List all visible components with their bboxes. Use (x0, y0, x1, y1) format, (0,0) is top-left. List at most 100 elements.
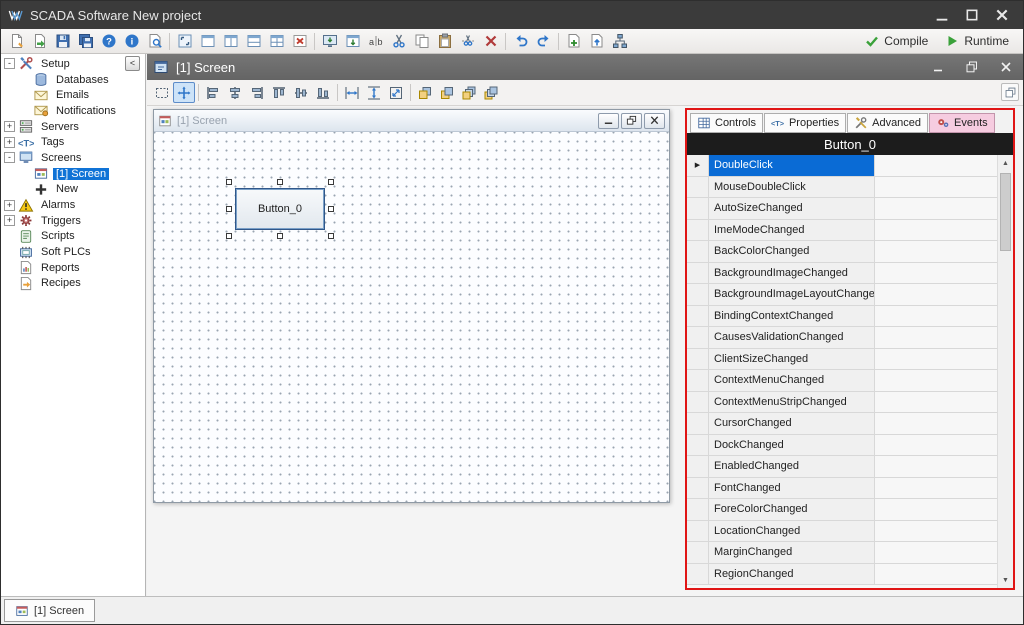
selection-handle[interactable] (226, 179, 232, 185)
scroll-up-icon[interactable]: ▲ (998, 155, 1013, 171)
tree-item-new[interactable]: New (1, 182, 145, 198)
event-value-cell[interactable] (875, 177, 997, 198)
tab-advanced[interactable]: Advanced (847, 113, 928, 133)
app-maximize-button[interactable] (957, 2, 987, 28)
expander-minus-icon[interactable]: - (4, 58, 15, 69)
same-width-button[interactable] (341, 82, 363, 103)
bring-forward-button[interactable] (458, 82, 480, 103)
event-row-backcolorchanged[interactable]: BackColorChanged (687, 241, 997, 263)
event-value-cell[interactable] (875, 306, 997, 327)
align-middle-button[interactable] (290, 82, 312, 103)
event-row-enabledchanged[interactable]: EnabledChanged (687, 456, 997, 478)
tree-item-1-screen[interactable]: [1] Screen (1, 166, 145, 182)
cut-row-button[interactable] (456, 30, 479, 52)
event-value-cell[interactable] (875, 263, 997, 284)
expander-minus-icon[interactable]: - (4, 152, 15, 163)
tree-item-screens[interactable]: -Screens (1, 150, 145, 166)
event-value-cell[interactable] (875, 478, 997, 499)
compile-button[interactable]: Compile (864, 33, 928, 49)
form-canvas[interactable]: Button_0 (154, 132, 669, 502)
form-maximize-button[interactable] (621, 113, 642, 129)
mdi-close-button[interactable] (991, 57, 1015, 77)
event-row-clientsizechanged[interactable]: ClientSizeChanged (687, 349, 997, 371)
page-add-button[interactable] (562, 30, 585, 52)
mdi-restore-button[interactable] (957, 57, 981, 77)
tab-properties[interactable]: <T>Properties (764, 113, 846, 133)
close-window-button[interactable] (288, 30, 311, 52)
layout-columns-button[interactable] (219, 30, 242, 52)
bring-front-button[interactable] (414, 82, 436, 103)
mdi-minimize-button[interactable] (923, 57, 947, 77)
send-backward-button[interactable] (480, 82, 502, 103)
undo-button[interactable] (509, 30, 532, 52)
tree-item-tags[interactable]: +<T>Tags (1, 134, 145, 150)
tree-item-emails[interactable]: Emails (1, 87, 145, 103)
rename-button[interactable]: ab (364, 30, 387, 52)
event-row-mousedoubleclick[interactable]: MouseDoubleClick (687, 177, 997, 199)
align-top-button[interactable] (268, 82, 290, 103)
event-row-fontchanged[interactable]: FontChanged (687, 478, 997, 500)
event-value-cell[interactable] (875, 564, 997, 585)
event-value-cell[interactable] (875, 413, 997, 434)
event-value-cell[interactable] (875, 456, 997, 477)
event-value-cell[interactable] (875, 327, 997, 348)
event-row-contextmenustripchanged[interactable]: ContextMenuStripChanged (687, 392, 997, 414)
align-bottom-button[interactable] (312, 82, 334, 103)
event-value-cell[interactable] (875, 198, 997, 219)
status-tab-screen[interactable]: [1] Screen (4, 599, 95, 622)
find-button[interactable] (143, 30, 166, 52)
tree-item-notifications[interactable]: Notifications (1, 103, 145, 119)
fullscreen-button[interactable] (173, 30, 196, 52)
button-control[interactable]: Button_0 (235, 188, 325, 230)
event-value-cell[interactable] (875, 435, 997, 456)
import-window-button[interactable] (341, 30, 364, 52)
expander-plus-icon[interactable]: + (4, 137, 15, 148)
expander-plus-icon[interactable]: + (4, 200, 15, 211)
tab-events[interactable]: Events (929, 113, 995, 133)
event-row-dockchanged[interactable]: DockChanged (687, 435, 997, 457)
event-value-cell[interactable] (875, 155, 997, 176)
layout-grid-button[interactable] (265, 30, 288, 52)
event-value-cell[interactable] (875, 392, 997, 413)
selection-handle[interactable] (328, 179, 334, 185)
layout-single-button[interactable] (196, 30, 219, 52)
open-button[interactable] (28, 30, 51, 52)
event-row-causesvalidationchanged[interactable]: CausesValidationChanged (687, 327, 997, 349)
event-row-cursorchanged[interactable]: CursorChanged (687, 413, 997, 435)
event-row-contextmenuchanged[interactable]: ContextMenuChanged (687, 370, 997, 392)
tree-item-soft-plcs[interactable]: Soft PLCs (1, 244, 145, 260)
tree-item-recipes[interactable]: Recipes (1, 276, 145, 292)
events-scrollbar[interactable]: ▲ ▼ (997, 155, 1013, 588)
designed-form[interactable]: [1] Screen Button_0 (153, 109, 670, 503)
tree-item-alarms[interactable]: +Alarms (1, 197, 145, 213)
event-row-doubleclick[interactable]: ▶DoubleClick (687, 155, 997, 177)
tree-item-databases[interactable]: Databases (1, 72, 145, 88)
event-row-imemodechanged[interactable]: ImeModeChanged (687, 220, 997, 242)
selection-handle[interactable] (328, 233, 334, 239)
event-row-locationchanged[interactable]: LocationChanged (687, 521, 997, 543)
selection-handle[interactable] (277, 179, 283, 185)
event-row-backgroundimagelayoutchanged[interactable]: BackgroundImageLayoutChanged (687, 284, 997, 306)
align-left-button[interactable] (202, 82, 224, 103)
move-tool-button[interactable] (173, 82, 195, 103)
event-row-forecolorchanged[interactable]: ForeColorChanged (687, 499, 997, 521)
event-row-bindingcontextchanged[interactable]: BindingContextChanged (687, 306, 997, 328)
form-minimize-button[interactable] (598, 113, 619, 129)
save-all-button[interactable] (74, 30, 97, 52)
capture-button[interactable] (318, 30, 341, 52)
same-size-button[interactable] (385, 82, 407, 103)
selection-handle[interactable] (328, 206, 334, 212)
tree-item-reports[interactable]: Reports (1, 260, 145, 276)
runtime-button[interactable]: Runtime (944, 33, 1009, 49)
scrollbar-thumb[interactable] (1000, 173, 1011, 251)
event-value-cell[interactable] (875, 521, 997, 542)
cut-button[interactable] (387, 30, 410, 52)
sitemap-button[interactable] (608, 30, 631, 52)
event-value-cell[interactable] (875, 542, 997, 563)
page-up-button[interactable] (585, 30, 608, 52)
tree-item-scripts[interactable]: Scripts (1, 229, 145, 245)
selection-handle[interactable] (277, 233, 283, 239)
selection-handle[interactable] (226, 233, 232, 239)
event-value-cell[interactable] (875, 370, 997, 391)
tree-item-triggers[interactable]: +Triggers (1, 213, 145, 229)
